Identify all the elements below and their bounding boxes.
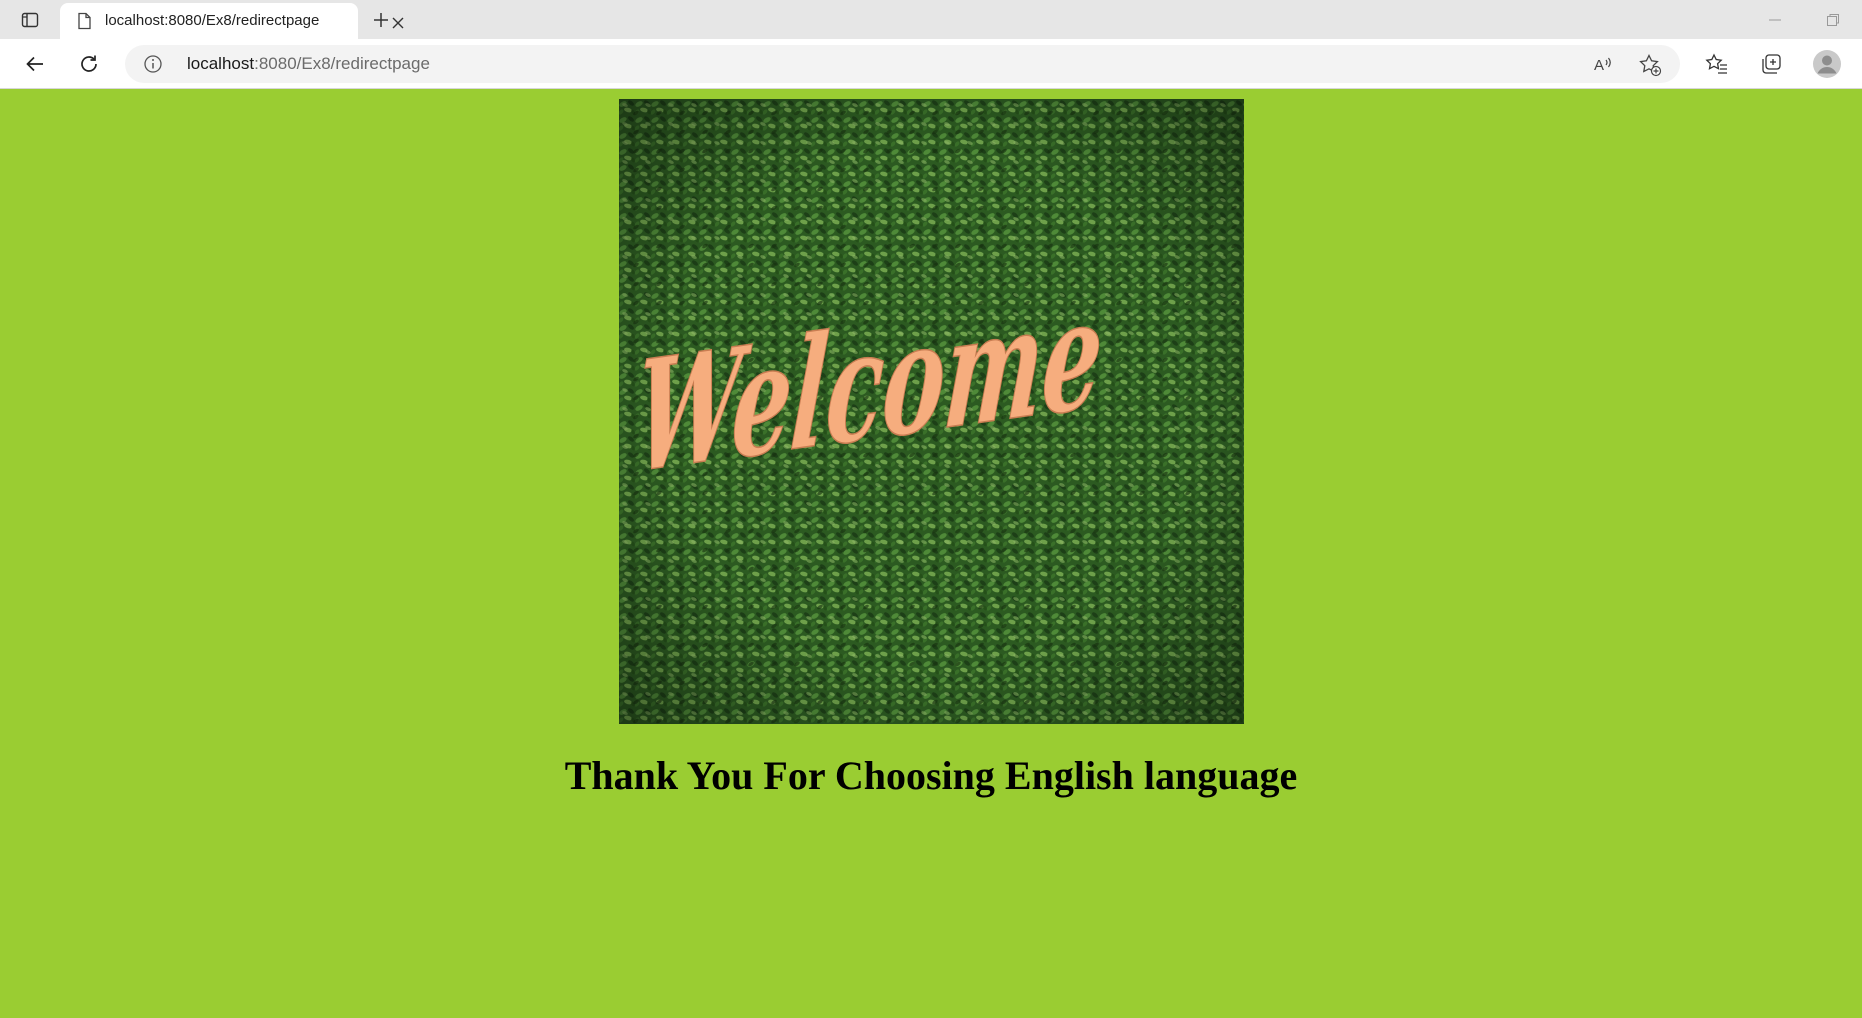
info-icon[interactable]: [143, 54, 163, 74]
star-plus-icon[interactable]: [1637, 52, 1663, 78]
read-aloud-icon[interactable]: A: [1590, 52, 1616, 78]
tab-actions-icon[interactable]: [12, 6, 48, 34]
url-host: localhost: [187, 54, 255, 73]
plus-icon[interactable]: [366, 5, 396, 35]
profile-icon[interactable]: [1810, 47, 1844, 81]
collections-icon[interactable]: [1754, 47, 1788, 81]
reload-icon[interactable]: [72, 47, 106, 81]
favorites-icon[interactable]: [1700, 47, 1734, 81]
tab-title: localhost:8080/Ex8/redirectpage: [105, 12, 320, 29]
page-icon: [74, 11, 94, 31]
tab-active[interactable]: localhost:8080/Ex8/redirectpage: [60, 3, 404, 39]
thank-you-heading: Thank You For Choosing English language: [564, 753, 1298, 798]
url-text[interactable]: localhost:8080/Ex8/redirectpage: [187, 54, 430, 74]
page-content: Welcome Thank You For Choosing English l…: [0, 89, 1862, 1018]
back-arrow-icon[interactable]: [18, 47, 52, 81]
svg-text:A: A: [1594, 57, 1604, 74]
browser-toolbar: localhost:8080/Ex8/redirectpage A: [0, 39, 1862, 89]
address-bar[interactable]: localhost:8080/Ex8/redirectpage A: [125, 45, 1680, 83]
browser-window: localhost:8080/Ex8/redirectpage localhos…: [0, 0, 1862, 1018]
restore-icon[interactable]: [1818, 5, 1848, 35]
url-path: :8080/Ex8/redirectpage: [254, 54, 430, 73]
welcome-sign-image: Welcome: [619, 99, 1244, 724]
tab-strip: localhost:8080/Ex8/redirectpage: [0, 0, 1862, 39]
minimize-icon[interactable]: [1760, 5, 1790, 35]
